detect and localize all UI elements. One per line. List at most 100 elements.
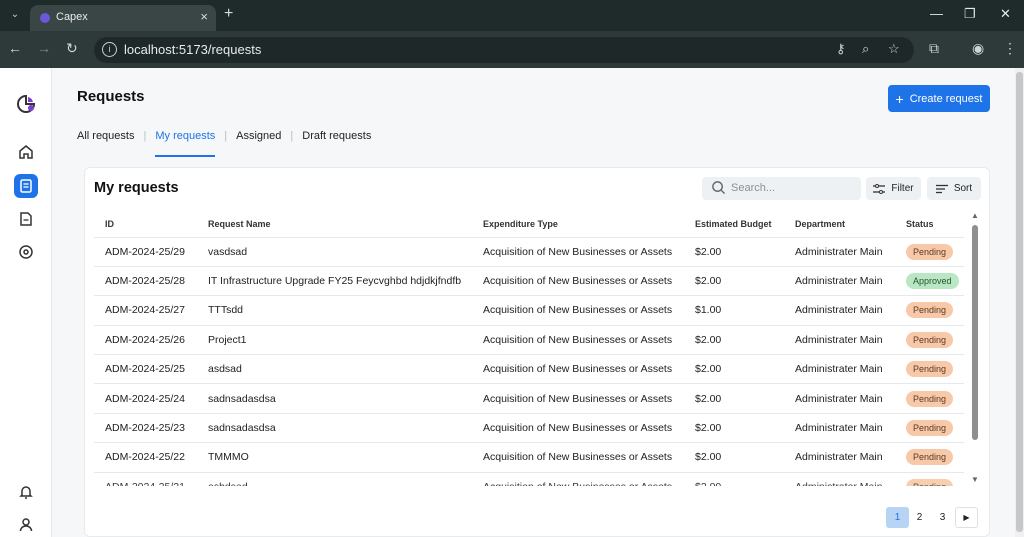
department-cell: Administrater Main [784,442,895,473]
table-row[interactable]: ADM-2024-25/26 Project1 Acquisition of New… [94,325,964,356]
table-row[interactable]: ADM-2024-25/23 sadnsadasdsa Acquisition of… [94,413,964,444]
restore-icon[interactable]: ❐ [964,6,976,22]
minimize-icon[interactable]: — [930,6,943,21]
id-cell: ADM-2024-25/27 [94,295,197,326]
tab-all-requests[interactable]: All requests [77,130,134,154]
address-bar[interactable]: i localhost:5173/requests ⚷ ⌕ ☆ [94,37,914,63]
department-cell: Administrater Main [784,325,895,356]
status-cell: Pending [895,442,964,473]
table-scroll-thumb[interactable] [972,225,978,440]
reload-icon[interactable]: ↻ [66,40,78,57]
page-3-button[interactable]: 3 [931,507,954,528]
browser-tab[interactable]: Capex × [30,5,216,31]
browser-nav-bar: ← → ↻ i localhost:5173/requests ⚷ ⌕ ☆ ⧉ … [0,31,1024,68]
table-row[interactable]: ADM-2024-25/22 TMMMO Acquisition of New Bu… [94,442,964,473]
site-info-icon[interactable]: i [102,42,117,57]
status-cell: Pending [895,413,964,444]
request-name-cell: asdsad [197,354,472,385]
table-row[interactable]: ADM-2024-25/28 IT Infrastructure Upgrade … [94,266,964,297]
budget-cell: $2.00 [684,442,784,473]
request-name-cell: Project1 [197,325,472,356]
column-header-request-name[interactable]: Request Name [197,211,472,238]
page-2-button[interactable]: 2 [908,507,931,528]
page-scrollbar[interactable] [1015,68,1024,537]
page-title: Requests [77,88,145,105]
zoom-icon[interactable]: ⌕ [862,41,869,57]
status-badge: Pending [906,390,954,407]
scroll-up-icon[interactable]: ▲ [971,211,979,220]
requests-card: My requests Search... Filter Sort ID Req… [84,167,990,537]
next-page-button[interactable]: ▶ [955,507,978,528]
sort-icon [935,184,948,193]
department-cell: Administrater Main [784,383,895,414]
profile-icon[interactable]: ◉ [972,40,984,57]
new-tab-icon[interactable]: + [224,5,233,23]
budget-cell: $2.00 [684,413,784,444]
expenditure-type-cell: Acquisition of New Businesses or Assets [472,354,684,385]
search-input[interactable]: Search... [702,177,861,200]
status-badge: Pending [906,331,954,348]
table-row[interactable]: ADM-2024-25/25 asdsad Acquisition of New B… [94,354,964,385]
column-header-status[interactable]: Status [895,211,964,238]
tab-search-icon[interactable]: ⌄ [6,6,24,24]
close-tab-icon[interactable]: × [200,9,208,24]
logo-icon[interactable] [14,92,38,116]
browser-menu-icon[interactable]: ⋮ [1003,40,1017,57]
table-row[interactable]: ADM-2024-25/27 TTTsdd Acquisition of New B… [94,295,964,326]
filter-button[interactable]: Filter [866,177,921,200]
search-placeholder: Search... [731,182,776,194]
extensions-icon[interactable]: ⧉ [929,40,939,57]
scroll-down-icon[interactable]: ▼ [971,475,979,484]
status-badge: Pending [906,449,954,466]
table-scrollbar[interactable]: ▲ ▼ [970,211,980,486]
table-clip-mask [85,486,965,502]
column-header-id[interactable]: ID [94,211,197,238]
tab-my-requests[interactable]: My requests [155,130,215,157]
table-header-row: ID Request Name Expenditure Type Estimat… [94,211,964,238]
id-cell: ADM-2024-25/23 [94,413,197,444]
tab-assigned[interactable]: Assigned [236,130,281,154]
back-icon[interactable]: ← [8,40,22,56]
user-icon[interactable] [14,513,38,537]
expenditure-type-cell: Acquisition of New Businesses or Assets [472,413,684,444]
table-row[interactable]: ADM-2024-25/24 sadnsadasdsa Acquisition of… [94,383,964,414]
status-cell: Pending [895,325,964,356]
id-cell: ADM-2024-25/29 [94,237,197,267]
column-header-estimated-budget[interactable]: Estimated Budget [684,211,784,238]
requests-icon[interactable] [14,174,38,198]
status-badge: Pending [906,420,954,437]
bell-icon[interactable] [14,480,38,504]
window-close-icon[interactable]: ✕ [1000,6,1011,22]
url-text[interactable]: localhost:5173/requests [124,42,261,57]
status-cell: Pending [895,383,964,414]
favicon-icon [40,13,50,23]
home-icon[interactable] [14,140,38,164]
sort-label: Sort [953,183,973,194]
column-header-expenditure-type[interactable]: Expenditure Type [472,211,684,238]
create-request-button[interactable]: + Create request [888,85,990,112]
department-cell: Administrater Main [784,237,895,267]
forward-icon[interactable]: → [37,40,51,56]
budget-cell: $2.00 [684,354,784,385]
document-icon[interactable] [14,207,38,231]
status-badge: Pending [906,361,954,378]
tab-separator: | [143,130,147,142]
request-name-cell: TMMMO [197,442,472,473]
settings-icon[interactable] [14,240,38,264]
tab-draft-requests[interactable]: Draft requests [302,130,371,154]
department-cell: Administrater Main [784,413,895,444]
id-cell: ADM-2024-25/22 [94,442,197,473]
password-key-icon[interactable]: ⚷ [836,41,846,57]
page-1-button[interactable]: 1 [886,507,909,528]
budget-cell: $2.00 [684,325,784,356]
page-scroll-thumb[interactable] [1016,72,1023,532]
status-badge: Approved [906,273,959,290]
table-row[interactable]: ADM-2024-25/29 vasdsad Acquisition of New … [94,237,964,267]
column-header-department[interactable]: Department [784,211,895,238]
sort-button[interactable]: Sort [927,177,981,200]
bookmark-star-icon[interactable]: ☆ [888,41,900,57]
budget-cell: $2.00 [684,237,784,267]
search-icon [711,180,726,200]
filter-icon [873,183,886,194]
expenditure-type-cell: Acquisition of New Businesses or Assets [472,325,684,356]
